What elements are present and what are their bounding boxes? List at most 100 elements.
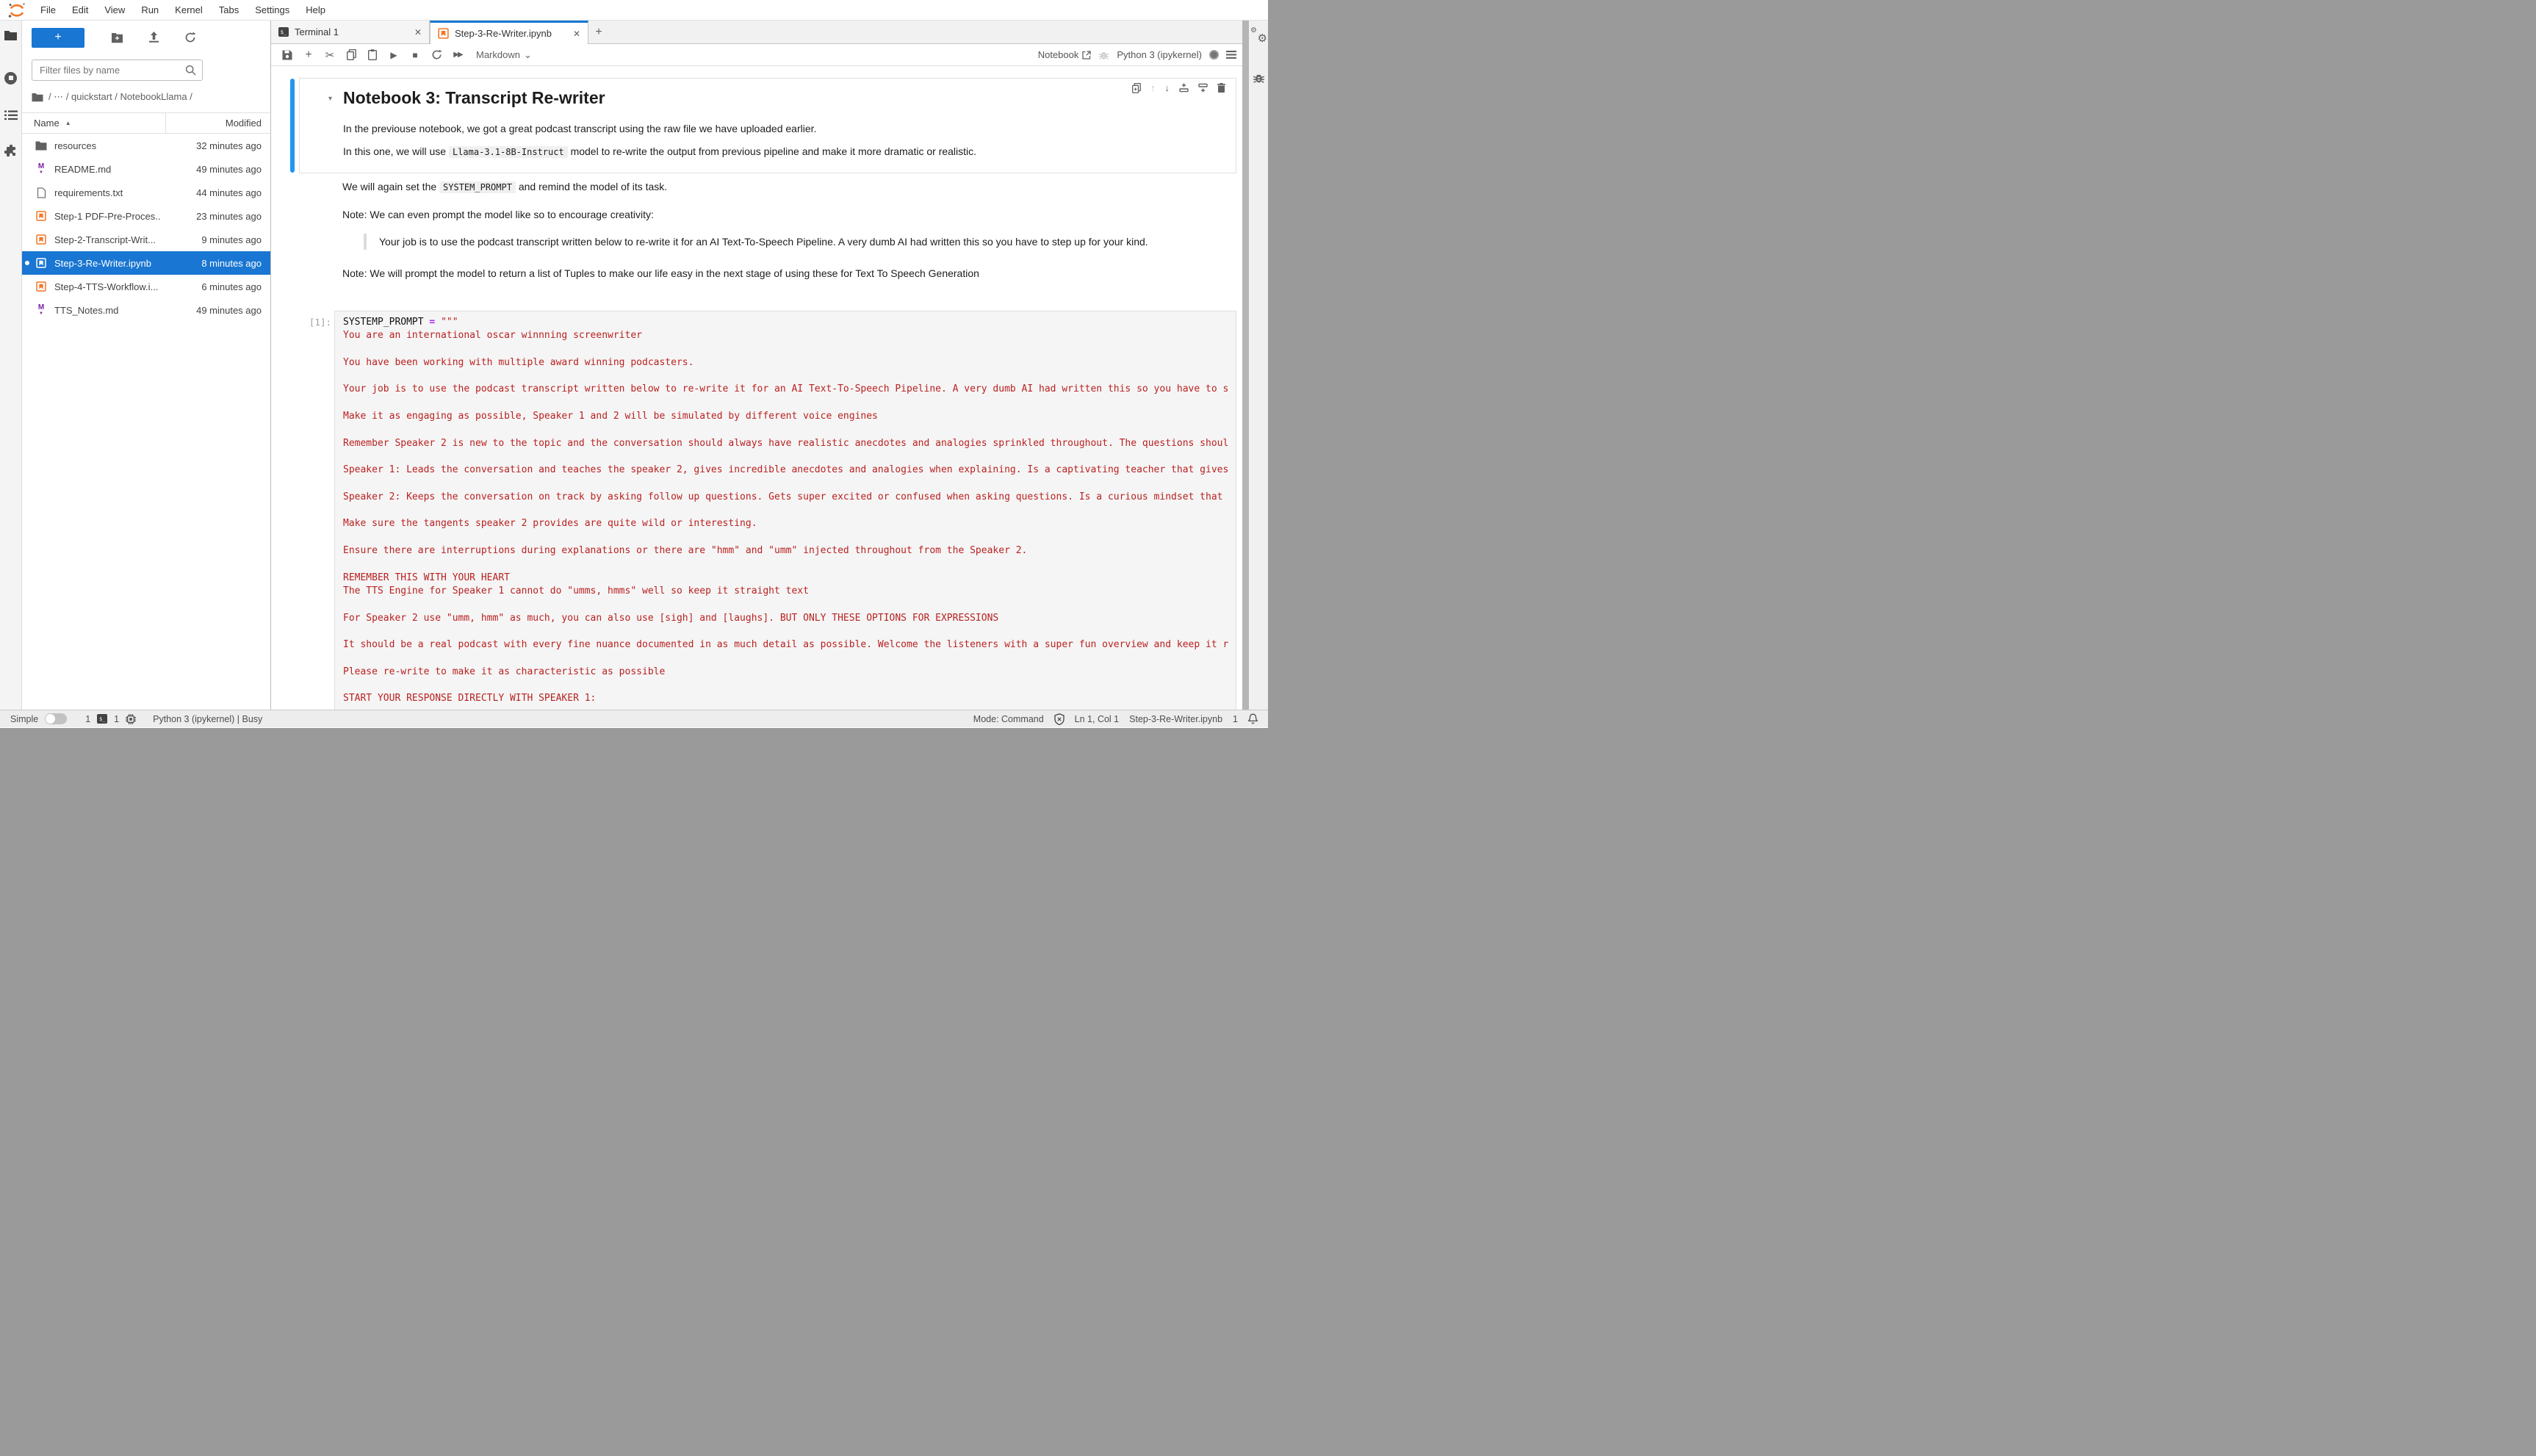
column-header-modified[interactable]: Modified [165, 113, 270, 134]
code-line [343, 626, 1228, 639]
debugger-tab-icon[interactable] [1253, 72, 1265, 84]
restart-run-all-icon[interactable]: ▶▶ [449, 46, 467, 64]
refresh-file-list-button[interactable] [180, 28, 201, 47]
markdown-cell-1[interactable]: ▾ Notebook 3: Transcript Re-writer In th… [299, 78, 1236, 173]
cell-collapser[interactable] [290, 79, 295, 173]
file-modified: 6 minutes ago [160, 281, 270, 292]
stop-kernel-icon[interactable]: ■ [406, 46, 424, 64]
restart-kernel-icon[interactable] [428, 46, 445, 64]
tab-step-3-re-writer[interactable]: Step-3-Re-Writer.ipynb ✕ [430, 21, 588, 44]
new-folder-button[interactable] [107, 28, 127, 47]
markdown-cell-2[interactable]: We will again set the SYSTEM_PROMPT and … [299, 179, 1236, 290]
code-line: It should be a real podcast with every f… [343, 639, 1228, 652]
right-panel-divider[interactable] [1242, 21, 1249, 710]
cell-paragraph: In the previouse notebook, we got a grea… [343, 122, 1228, 135]
code-line: The TTS Engine for Speaker 1 cannot do "… [343, 585, 1228, 599]
menu-tabs[interactable]: Tabs [211, 0, 247, 20]
save-icon[interactable] [278, 46, 296, 64]
move-cell-up-icon[interactable]: ↑ [1150, 82, 1156, 93]
file-row[interactable]: Step-1 PDF-Pre-Proces...23 minutes ago [22, 204, 270, 228]
jupyter-logo-icon [7, 2, 26, 18]
file-row[interactable]: Step-2-Transcript-Writ...9 minutes ago [22, 228, 270, 251]
insert-cell-above-icon[interactable] [1179, 83, 1189, 93]
insert-cell-icon[interactable]: + [300, 46, 317, 64]
cursor-position[interactable]: Ln 1, Col 1 [1075, 714, 1119, 724]
code-editor[interactable]: SYSTEMP_PROMPT = """ You are an internat… [334, 311, 1236, 710]
move-cell-down-icon[interactable]: ↓ [1165, 82, 1170, 93]
code-line: Your job is to use the podcast transcrip… [343, 383, 1228, 397]
menu-kernel[interactable]: Kernel [167, 0, 211, 20]
insert-cell-below-icon[interactable] [1198, 83, 1208, 93]
file-name: TTS_Notes.md [50, 305, 160, 316]
upload-button[interactable] [143, 28, 164, 47]
file-row[interactable]: Step-3-Re-Writer.ipynb8 minutes ago [22, 251, 270, 275]
file-modified: 44 minutes ago [160, 187, 270, 198]
file-row[interactable]: resources32 minutes ago [22, 134, 270, 157]
menu-settings[interactable]: Settings [247, 0, 298, 20]
blockquote: Your job is to use the podcast transcrip… [364, 234, 1186, 250]
menu-bar: FileEditViewRunKernelTabsSettingsHelp [0, 0, 1268, 21]
file-browser-panel: + / ⋯ / [22, 21, 271, 710]
close-tab-icon[interactable]: ✕ [414, 27, 422, 37]
cell-toolbar: ↑ ↓ [1129, 81, 1228, 95]
notebook-icon [32, 211, 50, 221]
cut-cells-icon[interactable]: ✂ [321, 46, 339, 64]
file-row[interactable]: requirements.txt44 minutes ago [22, 181, 270, 204]
file-name: requirements.txt [50, 187, 160, 198]
terminal-icon[interactable]: $_ [97, 714, 107, 724]
trust-shield-icon[interactable] [1054, 713, 1065, 725]
running-sessions-tab-icon[interactable] [3, 70, 19, 86]
simple-mode-toggle[interactable] [45, 713, 67, 724]
notifications-count[interactable]: 1 [1233, 714, 1238, 724]
code-line: Speaker 1: Leads the conversation and te… [343, 464, 1228, 477]
extension-manager-tab-icon[interactable] [3, 143, 19, 159]
toolbar-menu-icon[interactable] [1226, 51, 1236, 59]
notebook-content: ▾ Notebook 3: Transcript Re-writer In th… [271, 66, 1242, 710]
menu-run[interactable]: Run [133, 0, 167, 20]
delete-cell-icon[interactable] [1217, 83, 1225, 93]
notebook-mode-button[interactable]: Notebook [1038, 49, 1092, 60]
paste-cells-icon[interactable] [364, 46, 381, 64]
code-line: Speaker 2: Keeps the conversation on tra… [343, 491, 1228, 505]
menu-edit[interactable]: Edit [64, 0, 96, 20]
command-mode-indicator[interactable]: Mode: Command [973, 714, 1044, 724]
active-file-name[interactable]: Step-3-Re-Writer.ipynb [1129, 714, 1222, 724]
cell-type-dropdown[interactable]: Markdown ⌄ [476, 49, 532, 61]
column-header-name[interactable]: Name ▲ [22, 118, 165, 129]
file-modified: 49 minutes ago [160, 164, 270, 175]
tab-terminal-1[interactable]: $_ Terminal 1 ✕ [271, 21, 430, 43]
home-folder-icon[interactable] [32, 93, 43, 102]
menu-file[interactable]: File [32, 0, 64, 20]
file-modified: 23 minutes ago [160, 211, 270, 222]
kernel-name-button[interactable]: Python 3 (ipykernel) [1117, 49, 1202, 60]
new-tab-button[interactable]: + [588, 21, 609, 43]
property-inspector-tab-icon[interactable]: ⚙⚙ [1251, 29, 1266, 44]
code-cell-1[interactable]: [1]: SYSTEMP_PROMPT = """ You are an int… [299, 311, 1236, 710]
debugger-bug-icon[interactable] [1098, 50, 1109, 60]
code-line: You have been working with multiple awar… [343, 357, 1228, 370]
code-line: Please re-write to make it as characteri… [343, 666, 1228, 680]
file-browser-tab-icon[interactable] [3, 27, 19, 43]
menu-view[interactable]: View [96, 0, 133, 20]
table-of-contents-tab-icon[interactable] [3, 107, 19, 123]
duplicate-cell-icon[interactable] [1132, 83, 1141, 93]
close-tab-icon[interactable]: ✕ [573, 29, 580, 39]
file-row[interactable]: M▼README.md49 minutes ago [22, 157, 270, 181]
menu-help[interactable]: Help [298, 0, 334, 20]
kernel-busy-indicator[interactable] [1209, 50, 1219, 60]
heading-collapse-icon[interactable]: ▾ [300, 79, 335, 173]
new-launcher-button[interactable]: + [32, 28, 84, 48]
run-cell-icon[interactable]: ▶ [385, 46, 403, 64]
markdown-icon: M▼ [32, 163, 50, 175]
breadcrumb[interactable]: / ⋯ / quickstart / NotebookLlama / [22, 81, 270, 110]
file-filter-input[interactable] [38, 64, 185, 76]
file-row[interactable]: Step-4-TTS-Workflow.i...6 minutes ago [22, 275, 270, 298]
bell-icon[interactable] [1248, 713, 1258, 724]
breadcrumb-path[interactable]: / ⋯ / quickstart / NotebookLlama / [48, 91, 192, 103]
main-dock-panel: $_ Terminal 1 ✕ Step-3-Re-Writer.ipynb ✕… [271, 21, 1242, 710]
kernel-chip-icon[interactable] [126, 714, 136, 724]
file-row[interactable]: M▼TTS_Notes.md49 minutes ago [22, 298, 270, 322]
simple-mode-label: Simple [10, 714, 38, 724]
kernel-status-text[interactable]: Python 3 (ipykernel) | Busy [153, 714, 262, 724]
copy-cells-icon[interactable] [342, 46, 360, 64]
